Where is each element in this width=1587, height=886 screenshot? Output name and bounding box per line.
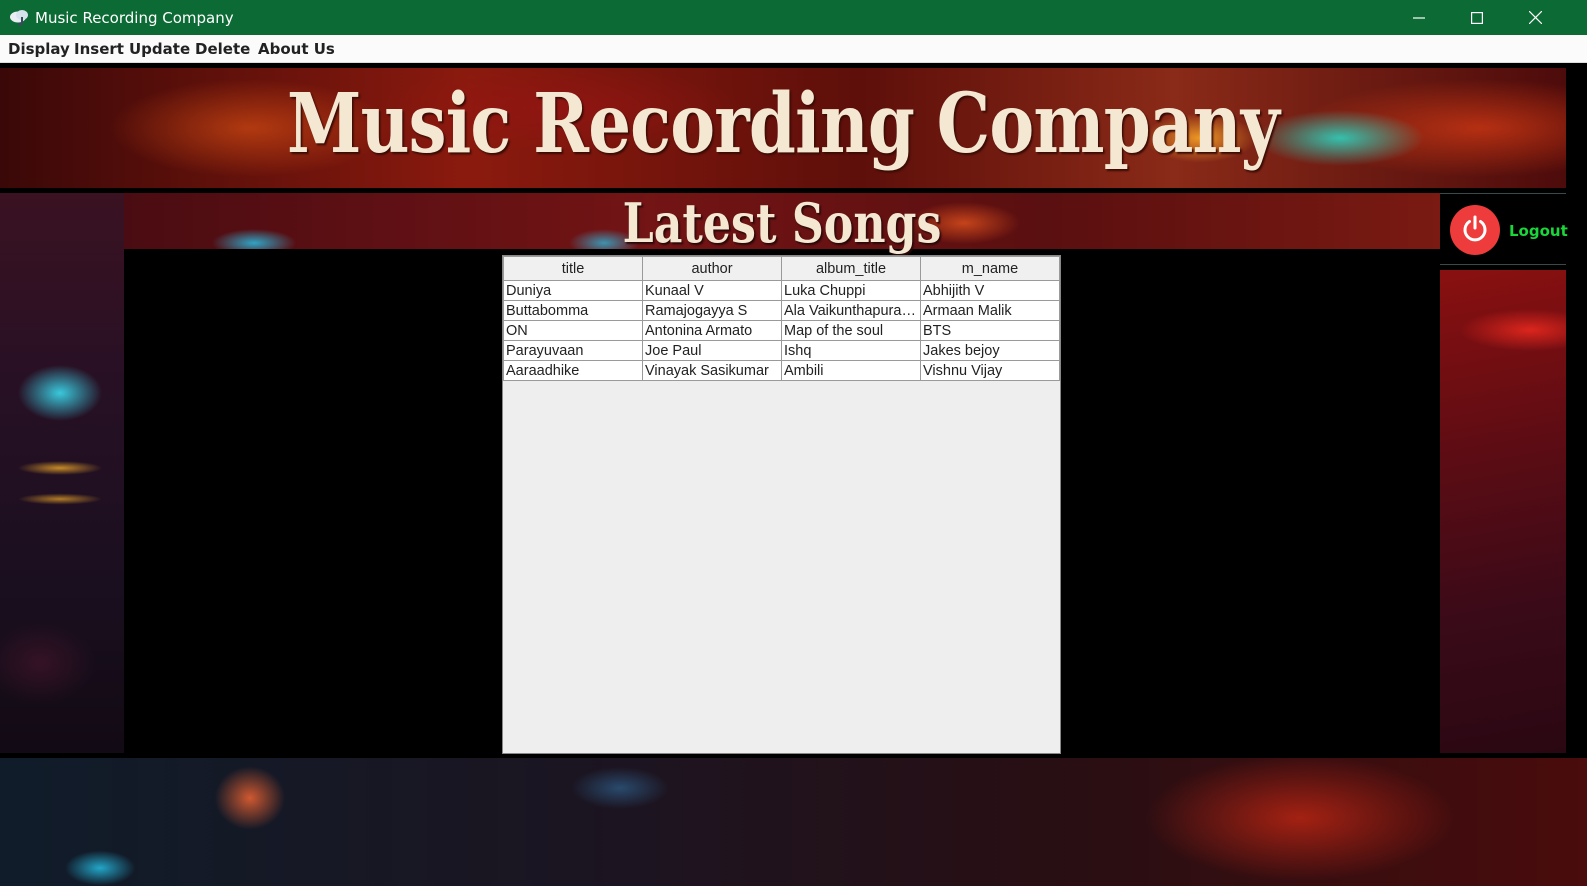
menu-bar: Display Insert Update Delete About Us: [0, 35, 1587, 63]
songs-table-panel[interactable]: title author album_title m_name Duniya K…: [502, 255, 1061, 754]
table-row[interactable]: Buttabomma Ramajogayya S Ala Vaikunthapu…: [503, 300, 1060, 321]
table-cell[interactable]: Ramajogayya S: [642, 300, 782, 321]
title-bar: Music Recording Company: [0, 0, 1587, 35]
table-cell[interactable]: Luka Chuppi: [781, 280, 921, 301]
left-background-image: [0, 193, 124, 753]
section-header-image: Latest Songs: [124, 191, 1440, 255]
table-cell[interactable]: Armaan Malik: [920, 300, 1060, 321]
table-cell[interactable]: Vinayak Sasikumar: [642, 360, 782, 381]
main-content: Music Recording Company Latest Songs Log…: [0, 64, 1587, 886]
table-header-row: title author album_title m_name: [503, 256, 1060, 281]
table-cell[interactable]: Joe Paul: [642, 340, 782, 361]
menu-delete[interactable]: Delete: [195, 40, 250, 58]
table-row[interactable]: Duniya Kunaal V Luka Chuppi Abhijith V: [503, 280, 1060, 301]
table-cell[interactable]: Duniya: [503, 280, 643, 301]
table-cell[interactable]: BTS: [920, 320, 1060, 341]
songs-table: title author album_title m_name Duniya K…: [503, 256, 1060, 381]
menu-display[interactable]: Display: [8, 40, 70, 58]
table-row[interactable]: Parayuvaan Joe Paul Ishq Jakes bejoy: [503, 340, 1060, 361]
column-header-title[interactable]: title: [503, 256, 643, 281]
menu-insert[interactable]: Insert: [74, 40, 124, 58]
table-cell[interactable]: Parayuvaan: [503, 340, 643, 361]
cloud-music-icon: [9, 8, 31, 26]
window-title: Music Recording Company: [35, 9, 234, 27]
table-cell[interactable]: Kunaal V: [642, 280, 782, 301]
table-cell[interactable]: Antonina Armato: [642, 320, 782, 341]
table-cell[interactable]: Aaraadhike: [503, 360, 643, 381]
section-title: Latest Songs: [622, 191, 942, 255]
minimize-icon: [1413, 12, 1425, 24]
menu-about-us[interactable]: About Us: [258, 40, 335, 58]
table-cell[interactable]: Ambili: [781, 360, 921, 381]
column-header-album-title[interactable]: album_title: [781, 256, 921, 281]
minimize-button[interactable]: [1390, 0, 1448, 35]
close-icon: [1528, 11, 1542, 24]
table-cell[interactable]: Abhijith V: [920, 280, 1060, 301]
power-icon: [1460, 213, 1490, 248]
table-cell[interactable]: Jakes bejoy: [920, 340, 1060, 361]
table-row[interactable]: ON Antonina Armato Map of the soul BTS: [503, 320, 1060, 341]
menu-update[interactable]: Update: [129, 40, 190, 58]
maximize-button[interactable]: [1448, 0, 1506, 35]
column-header-m-name[interactable]: m_name: [920, 256, 1060, 281]
table-cell[interactable]: Map of the soul: [781, 320, 921, 341]
close-button[interactable]: [1506, 0, 1564, 35]
maximize-icon: [1471, 11, 1483, 24]
logout-label[interactable]: Logout: [1509, 222, 1568, 240]
table-cell[interactable]: Ala Vaikunthapuram...: [781, 300, 921, 321]
table-cell[interactable]: ON: [503, 320, 643, 341]
table-cell[interactable]: Ishq: [781, 340, 921, 361]
column-header-author[interactable]: author: [642, 256, 782, 281]
banner-title: Music Recording Company: [286, 76, 1280, 172]
banner-image: Music Recording Company: [0, 68, 1566, 188]
right-background-image: [1440, 270, 1566, 753]
table-cell[interactable]: Buttabomma: [503, 300, 643, 321]
logout-panel: Logout: [1440, 193, 1568, 265]
table-cell[interactable]: Vishnu Vijay: [920, 360, 1060, 381]
bottom-background-image: [0, 758, 1587, 886]
table-row[interactable]: Aaraadhike Vinayak Sasikumar Ambili Vish…: [503, 360, 1060, 381]
logout-button[interactable]: [1450, 205, 1500, 255]
